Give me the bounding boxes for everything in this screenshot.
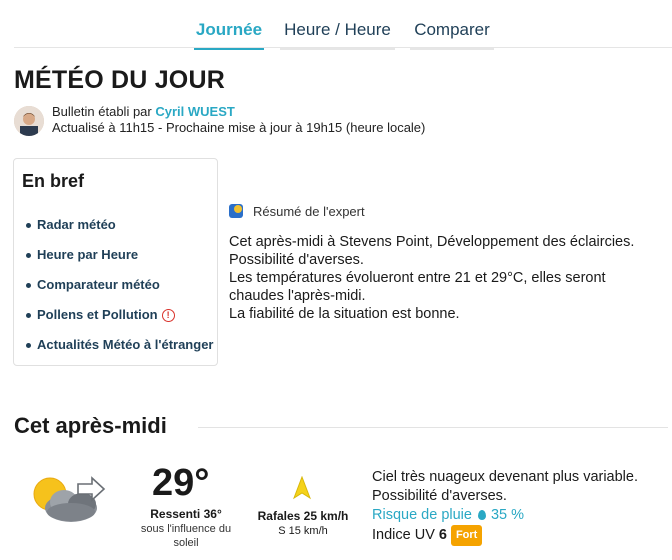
page-title: MÉTÉO DU JOUR — [14, 66, 225, 94]
expert-line: chaudes l'après-midi. — [229, 288, 366, 304]
alert-circle-icon: ! — [161, 309, 175, 322]
brief-item-comparateur[interactable]: Comparateur météo — [26, 277, 218, 292]
brief-item-pollens[interactable]: Pollens et Pollution! — [26, 307, 218, 322]
temperature-value: 29° — [152, 462, 210, 504]
wind-direction-arrow-icon — [292, 475, 312, 500]
tab-heure-par-heure[interactable]: Heure / Heure — [280, 20, 395, 50]
feels-like-value: Ressenti 36° — [150, 507, 222, 521]
bullet-icon — [26, 283, 31, 289]
expert-summary-text: Cet après-midi à Stevens Point, Développ… — [229, 233, 659, 323]
wind-gusts: Rafales 25 km/h — [257, 509, 349, 523]
tab-comparer[interactable]: Comparer — [410, 20, 494, 50]
section-divider — [198, 427, 668, 428]
uv-index: Indice UV 6 Fort — [372, 525, 638, 546]
bullet-icon — [26, 223, 31, 229]
sun-cloud-wind-icon — [26, 468, 110, 528]
shower-description: Possibilité d'averses. — [372, 488, 507, 504]
author-avatar — [14, 106, 44, 136]
bulletin-update: Actualisé à 11h15 - Prochaine mise à jou… — [52, 120, 426, 135]
uv-value: 6 — [438, 527, 447, 543]
brief-item-label: Actualités Météo à l'étranger — [37, 337, 214, 352]
tab-journee[interactable]: Journée — [194, 20, 264, 50]
bulletin-info: Bulletin établi par Cyril WUEST Actualis… — [52, 104, 425, 136]
feels-like: Ressenti 36° sous l'influence du soleil — [134, 507, 238, 550]
expert-line: La fiabilité de la situation est bonne. — [229, 306, 460, 322]
bullet-icon — [26, 253, 31, 259]
expert-summary-header: Résumé de l'expert — [229, 204, 365, 219]
brief-title: En bref — [22, 171, 85, 191]
expert-line: Possibilité d'averses. — [229, 252, 364, 268]
feels-like-note: sous l'influence du soleil — [140, 523, 232, 549]
afternoon-description: Ciel très nuageux devenant plus variable… — [372, 468, 638, 546]
brief-item-label: Comparateur météo — [37, 277, 160, 292]
rain-drop-icon — [477, 510, 486, 520]
bullet-icon — [26, 313, 31, 319]
bulletin-prefix: Bulletin établi par — [52, 104, 152, 119]
expert-line: Cet après-midi à Stevens Point, Développ… — [229, 234, 635, 250]
brief-item-heure[interactable]: Heure par Heure — [26, 247, 218, 262]
brief-item-label: Radar météo — [37, 217, 116, 232]
author-link[interactable]: Cyril WUEST — [155, 104, 234, 119]
sky-description: Ciel très nuageux devenant plus variable… — [372, 469, 638, 485]
brief-panel: En bref Radar météo Heure par Heure Comp… — [13, 158, 218, 366]
brief-item-actualites[interactable]: Actualités Météo à l'étranger — [26, 337, 218, 352]
tab-bar: Journée Heure / Heure Comparer — [0, 14, 672, 50]
rain-risk-value: 35 % — [490, 507, 525, 523]
rain-risk-label: Risque de pluie — [372, 507, 472, 523]
wind-info: Rafales 25 km/h S 15 km/h — [250, 509, 356, 539]
expert-summary-label: Résumé de l'expert — [253, 204, 365, 219]
brief-item-radar[interactable]: Radar météo — [26, 217, 218, 232]
wind-speed: S 15 km/h — [278, 525, 328, 537]
brief-item-label: Pollens et Pollution — [37, 307, 158, 322]
brief-item-label: Heure par Heure — [37, 247, 139, 262]
expert-line: Les températures évolueront entre 21 et … — [229, 270, 606, 286]
section-title-afternoon: Cet après-midi — [14, 413, 167, 438]
bullet-icon — [26, 343, 31, 349]
uv-label: Indice UV — [372, 527, 435, 543]
rain-risk: Risque de pluie 35 % — [372, 506, 638, 525]
uv-badge: Fort — [450, 525, 483, 546]
expert-summary-icon — [229, 204, 243, 218]
divider — [14, 47, 672, 48]
